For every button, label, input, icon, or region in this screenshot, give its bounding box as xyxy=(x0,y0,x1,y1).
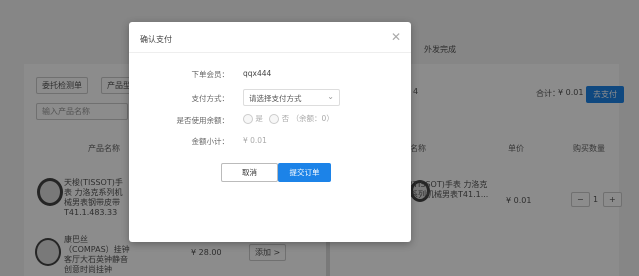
balance-label: 是否使用余额： xyxy=(176,116,230,125)
member-label: 下单会员： xyxy=(191,70,230,79)
chevron-down-icon: ⌄ xyxy=(327,92,334,101)
pay-method-value: 请选择支付方式 xyxy=(249,94,302,103)
balance-no-radio[interactable] xyxy=(269,114,280,124)
pay-method-select[interactable]: 请选择支付方式 ⌄ xyxy=(243,89,340,106)
member-value: qqx444 xyxy=(243,69,272,78)
balance-hint: （余额：0） xyxy=(291,114,334,123)
dialog-title: 确认支付 xyxy=(140,35,172,44)
balance-options: 是 否 （余额：0） xyxy=(243,113,334,124)
balance-yes-radio[interactable] xyxy=(243,114,253,124)
close-icon[interactable]: ✕ xyxy=(391,30,401,44)
dialog-divider xyxy=(129,52,411,53)
amount-label: 金额小计： xyxy=(191,137,230,146)
cancel-button[interactable]: 取消 xyxy=(221,163,278,182)
confirm-payment-dialog: 确认支付 ✕ 下单会员： qqx444 支付方式： 请选择支付方式 ⌄ 是否使用… xyxy=(129,22,411,242)
submit-order-button[interactable]: 提交订单 xyxy=(278,163,331,182)
balance-yes-label: 是 xyxy=(255,114,263,123)
balance-no-label: 否 xyxy=(281,114,290,123)
pay-method-label: 支付方式： xyxy=(191,94,230,103)
amount-value: ¥ 0.01 xyxy=(243,136,267,145)
